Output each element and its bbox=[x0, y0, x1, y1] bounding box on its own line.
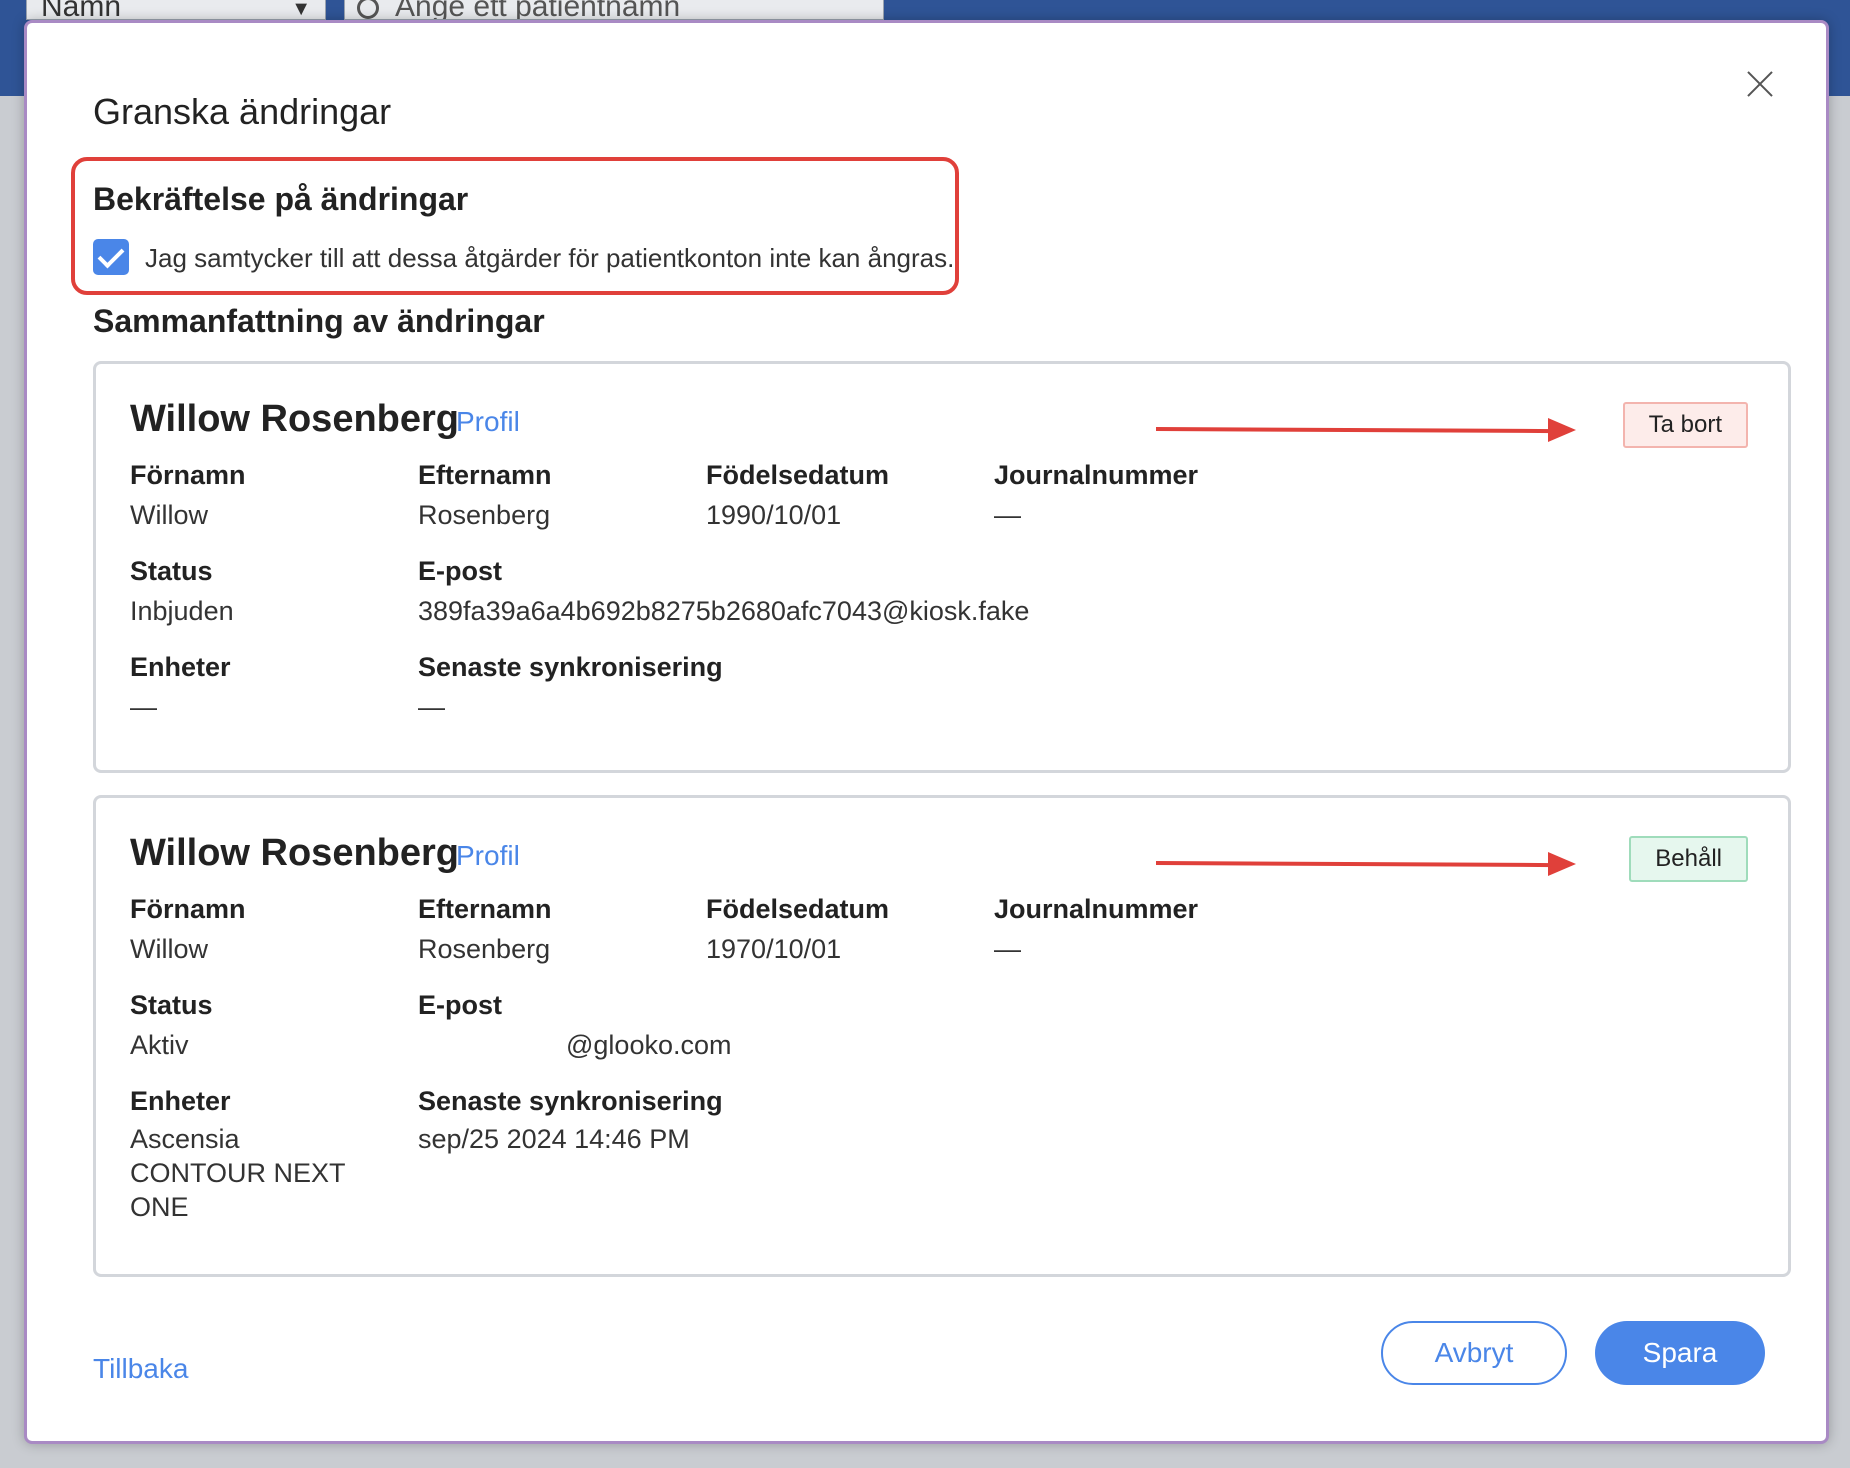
label-email: E-post bbox=[418, 556, 502, 586]
label-devices: Enheter bbox=[130, 1086, 231, 1116]
label-dob: Födelsedatum bbox=[706, 460, 890, 490]
value-email: 389fa39a6a4b692b8275b2680afc7043@kiosk.f… bbox=[418, 596, 1030, 626]
value-status: Inbjuden bbox=[130, 596, 234, 626]
consent-checkbox[interactable] bbox=[93, 239, 129, 275]
close-icon[interactable] bbox=[1740, 65, 1780, 105]
consent-text: Jag samtycker till att dessa åtgärder fö… bbox=[145, 243, 955, 273]
value-first-name: Willow bbox=[130, 934, 208, 964]
label-last-sync: Senaste synkronisering bbox=[418, 1086, 723, 1116]
label-status: Status bbox=[130, 990, 213, 1020]
label-status: Status bbox=[130, 556, 213, 586]
annotation-arrow-icon bbox=[1155, 852, 1576, 876]
consent-heading: Bekräftelse på ändringar bbox=[93, 181, 469, 217]
value-dob: 1970/10/01 bbox=[706, 934, 842, 964]
label-email: E-post bbox=[418, 990, 502, 1020]
search-icon bbox=[357, 0, 379, 19]
label-last-name: Efternamn bbox=[418, 894, 552, 924]
patient-name: Willow Rosenberg bbox=[130, 398, 460, 440]
background-search-input: Ange ett patientnamn bbox=[344, 0, 884, 20]
cancel-button[interactable]: Avbryt bbox=[1381, 1321, 1567, 1385]
chevron-down-icon: ▼ bbox=[291, 0, 311, 20]
value-dob: 1990/10/01 bbox=[706, 500, 842, 530]
annotation-arrow-icon bbox=[1155, 418, 1576, 442]
value-devices: — bbox=[130, 692, 157, 722]
action-badge-remove: Ta bort bbox=[1622, 402, 1748, 448]
background-filter-select-value: Namn bbox=[41, 0, 122, 20]
annotation-highlight-box bbox=[71, 157, 959, 295]
patient-card: Willow Rosenberg Profil Ta bort Förnamn … bbox=[93, 361, 1791, 773]
save-button[interactable]: Spara bbox=[1595, 1321, 1765, 1385]
value-last-name: Rosenberg bbox=[418, 500, 551, 530]
label-last-sync: Senaste synkronisering bbox=[418, 652, 723, 682]
summary-heading: Sammanfattning av ändringar bbox=[93, 303, 545, 339]
value-email: @glooko.com bbox=[566, 1030, 732, 1060]
label-record-number: Journalnummer bbox=[994, 894, 1199, 924]
label-devices: Enheter bbox=[130, 652, 231, 682]
review-changes-modal: Granska ändringar Bekräftelse på ändring… bbox=[24, 20, 1829, 1444]
background-filter-select: Namn ▼ bbox=[26, 0, 326, 20]
background-search-placeholder: Ange ett patientnamn bbox=[395, 0, 681, 20]
back-link[interactable]: Tillbaka bbox=[93, 1353, 188, 1385]
value-last-sync: sep/25 2024 14:46 PM bbox=[418, 1124, 690, 1154]
value-first-name: Willow bbox=[130, 500, 208, 530]
value-record-number: — bbox=[994, 934, 1021, 964]
patient-card: Willow Rosenberg Profil Behåll Förnamn E… bbox=[93, 795, 1791, 1277]
modal-title: Granska ändringar bbox=[93, 91, 392, 132]
label-dob: Födelsedatum bbox=[706, 894, 890, 924]
label-record-number: Journalnummer bbox=[994, 460, 1199, 490]
profile-link[interactable]: Profil bbox=[456, 840, 520, 872]
action-badge-keep: Behåll bbox=[1629, 836, 1748, 882]
patient-name: Willow Rosenberg bbox=[130, 832, 460, 874]
value-last-name: Rosenberg bbox=[418, 934, 551, 964]
value-last-sync: — bbox=[418, 692, 445, 722]
profile-link[interactable]: Profil bbox=[456, 406, 520, 438]
label-first-name: Förnamn bbox=[130, 460, 246, 490]
value-status: Aktiv bbox=[130, 1030, 189, 1060]
label-first-name: Förnamn bbox=[130, 894, 246, 924]
value-record-number: — bbox=[994, 500, 1021, 530]
value-devices: Ascensia CONTOUR NEXT ONE bbox=[130, 1124, 346, 1222]
label-last-name: Efternamn bbox=[418, 460, 552, 490]
